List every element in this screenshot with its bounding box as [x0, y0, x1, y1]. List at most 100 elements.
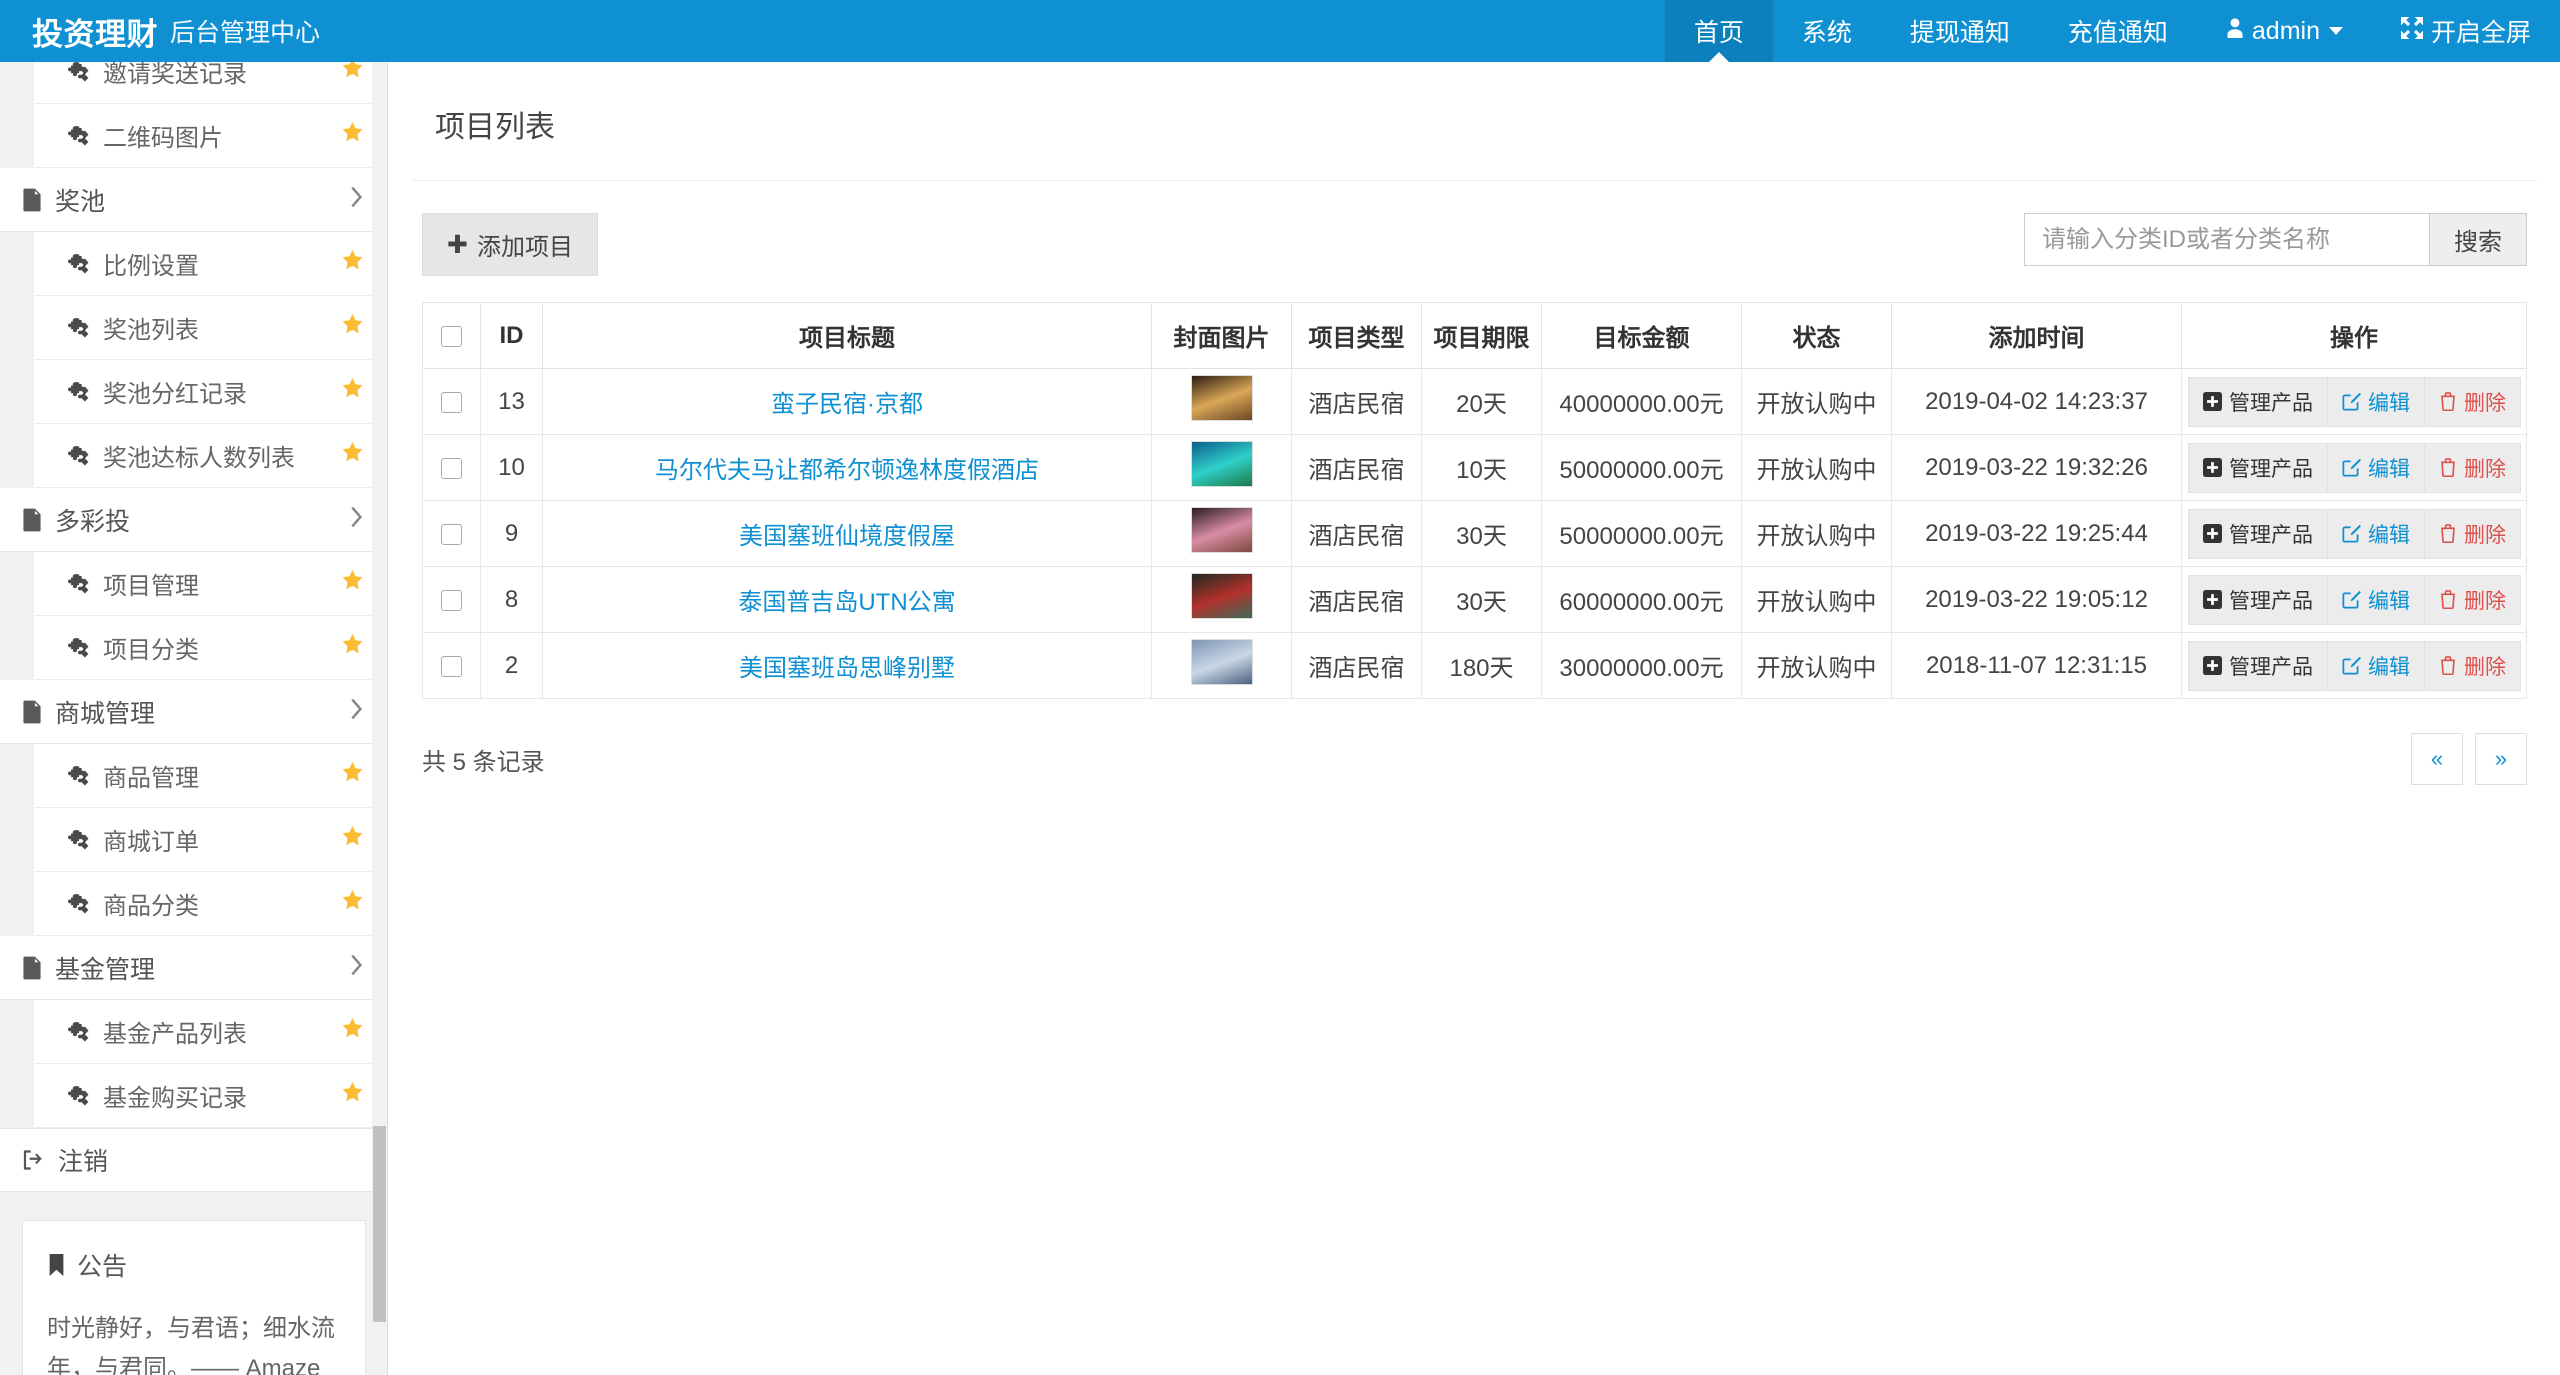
- sidebar-item-16[interactable]: 基金购买记录: [34, 1064, 388, 1128]
- row-checkbox[interactable]: [441, 392, 462, 413]
- delete-button[interactable]: 删除: [2425, 642, 2520, 690]
- star-icon[interactable]: [341, 825, 364, 854]
- edit-button[interactable]: 编辑: [2328, 510, 2425, 558]
- column-header: ID: [481, 303, 543, 369]
- delete-label: 删除: [2464, 453, 2506, 483]
- topnav-item-2[interactable]: 提现通知: [1881, 0, 2039, 62]
- search-button[interactable]: 搜索: [2429, 213, 2527, 266]
- star-icon[interactable]: [341, 569, 364, 598]
- sidebar-item-label: 项目管理: [103, 566, 199, 601]
- sidebar-group-7[interactable]: 多彩投: [0, 488, 388, 552]
- pagination-next-button[interactable]: »: [2475, 733, 2527, 785]
- sidebar-item-15[interactable]: 基金产品列表: [34, 1000, 388, 1064]
- sidebar-group-10[interactable]: 商城管理: [0, 680, 388, 744]
- sidebar-item-6[interactable]: 奖池达标人数列表: [34, 424, 388, 488]
- delete-button[interactable]: 删除: [2425, 510, 2520, 558]
- project-title-link[interactable]: 蛮子民宿·京都: [771, 391, 923, 418]
- star-icon[interactable]: [341, 1081, 364, 1110]
- edit-button[interactable]: 编辑: [2328, 378, 2425, 426]
- column-header: 项目期限: [1422, 303, 1542, 369]
- manage-products-button[interactable]: 管理产品: [2189, 510, 2328, 558]
- manage-products-button[interactable]: 管理产品: [2189, 444, 2328, 492]
- sidebar-item-label: 基金购买记录: [103, 1078, 247, 1113]
- topnav-item-3[interactable]: 充值通知: [2039, 0, 2197, 62]
- sidebar-item-9[interactable]: 项目分类: [34, 616, 388, 680]
- manage-products-button[interactable]: 管理产品: [2189, 642, 2328, 690]
- star-icon[interactable]: [341, 889, 364, 918]
- sidebar-item-4[interactable]: 奖池列表: [34, 296, 388, 360]
- puzzle-icon: [68, 126, 90, 146]
- star-icon[interactable]: [341, 1017, 364, 1046]
- row-term: 30天: [1422, 567, 1542, 633]
- topnav-item-1[interactable]: 系统: [1773, 0, 1881, 62]
- edit-button[interactable]: 编辑: [2328, 444, 2425, 492]
- row-title-cell: 蛮子民宿·京都: [543, 369, 1152, 435]
- delete-button[interactable]: 删除: [2425, 378, 2520, 426]
- sidebar-item-3[interactable]: 比例设置: [34, 232, 388, 296]
- project-title-link[interactable]: 美国塞班仙境度假屋: [739, 523, 955, 550]
- page-header: 项目列表: [411, 62, 2538, 181]
- topnav-item-fullscreen[interactable]: 开启全屏: [2372, 0, 2560, 62]
- edit-button[interactable]: 编辑: [2328, 642, 2425, 690]
- star-icon[interactable]: [341, 441, 364, 470]
- manage-products-button[interactable]: 管理产品: [2189, 576, 2328, 624]
- table-row: 8泰国普吉岛UTN公寓酒店民宿30天60000000.00元开放认购中2019-…: [423, 567, 2527, 633]
- puzzle-icon: [68, 830, 90, 850]
- puzzle-icon: [68, 894, 90, 914]
- row-checkbox[interactable]: [441, 590, 462, 611]
- star-icon[interactable]: [341, 313, 364, 342]
- topnav-item-0[interactable]: 首页: [1665, 0, 1773, 62]
- delete-button[interactable]: 删除: [2425, 576, 2520, 624]
- select-all-checkbox[interactable]: [441, 326, 462, 347]
- row-term: 20天: [1422, 369, 1542, 435]
- pagination-prev-button[interactable]: «: [2411, 733, 2463, 785]
- sidebar-item-5[interactable]: 奖池分红记录: [34, 360, 388, 424]
- sidebar-item-0[interactable]: 邀请奖送记录: [34, 62, 388, 104]
- project-title-link[interactable]: 马尔代夫马让都希尔顿逸林度假酒店: [655, 457, 1039, 484]
- cover-thumbnail[interactable]: [1191, 507, 1253, 553]
- cover-thumbnail[interactable]: [1191, 573, 1253, 619]
- star-icon[interactable]: [341, 62, 364, 86]
- edit-label: 编辑: [2368, 519, 2410, 549]
- edit-label: 编辑: [2368, 387, 2410, 417]
- puzzle-icon: [68, 446, 90, 466]
- row-actions-cell: 管理产品 编辑删除: [2182, 501, 2527, 567]
- row-checkbox[interactable]: [441, 458, 462, 479]
- cover-thumbnail[interactable]: [1191, 441, 1253, 487]
- star-icon[interactable]: [341, 249, 364, 278]
- row-checkbox[interactable]: [441, 656, 462, 677]
- star-icon[interactable]: [341, 121, 364, 150]
- search-input[interactable]: [2024, 213, 2429, 266]
- sidebar-item-1[interactable]: 二维码图片: [34, 104, 388, 168]
- sidebar-group-2[interactable]: 奖池: [0, 168, 388, 232]
- column-header: 操作: [2182, 303, 2527, 369]
- sidebar-item-12[interactable]: 商城订单: [34, 808, 388, 872]
- project-title-link[interactable]: 泰国普吉岛UTN公寓: [738, 589, 955, 616]
- sidebar-scrollbar-track[interactable]: [372, 62, 387, 1375]
- cover-thumbnail[interactable]: [1191, 639, 1253, 685]
- sidebar-logout[interactable]: 注销: [0, 1128, 388, 1192]
- sidebar-item-13[interactable]: 商品分类: [34, 872, 388, 936]
- brand-logo[interactable]: 投资理财 后台管理中心: [0, 0, 320, 62]
- plus-square-icon: [2203, 656, 2222, 675]
- row-time: 2018-11-07 12:31:15: [1892, 633, 2182, 699]
- puzzle-icon: [68, 1022, 90, 1042]
- star-icon[interactable]: [341, 761, 364, 790]
- edit-button[interactable]: 编辑: [2328, 576, 2425, 624]
- project-title-link[interactable]: 美国塞班岛思峰别墅: [739, 655, 955, 682]
- star-icon[interactable]: [341, 633, 364, 662]
- add-project-button[interactable]: ✚ 添加项目: [422, 213, 598, 276]
- manage-products-button[interactable]: 管理产品: [2189, 378, 2328, 426]
- puzzle-icon: [68, 318, 90, 338]
- delete-button[interactable]: 删除: [2425, 444, 2520, 492]
- cover-thumbnail[interactable]: [1191, 375, 1253, 421]
- sidebar-scrollbar-thumb[interactable]: [373, 1126, 386, 1322]
- row-amount: 50000000.00元: [1542, 501, 1742, 567]
- row-checkbox[interactable]: [441, 524, 462, 545]
- sidebar-group-14[interactable]: 基金管理: [0, 936, 388, 1000]
- record-count: 共 5 条记录: [422, 742, 545, 777]
- topnav-item-admin[interactable]: admin: [2197, 0, 2372, 62]
- sidebar-item-8[interactable]: 项目管理: [34, 552, 388, 616]
- sidebar-item-11[interactable]: 商品管理: [34, 744, 388, 808]
- star-icon[interactable]: [341, 377, 364, 406]
